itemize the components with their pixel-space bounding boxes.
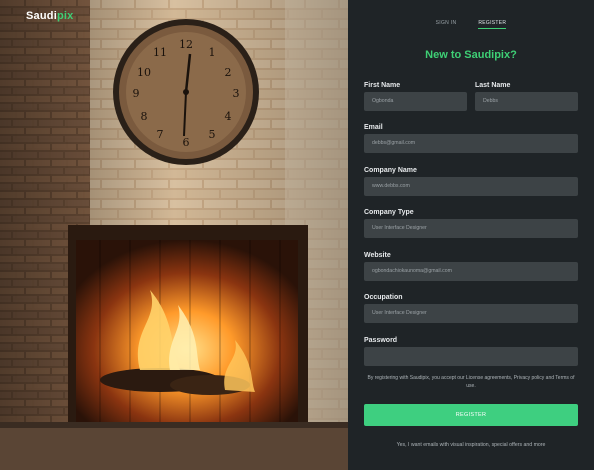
website-field[interactable]: ogbondachiokaunoma@gmail.com bbox=[364, 262, 578, 281]
svg-text:3: 3 bbox=[233, 87, 240, 100]
first-name-field[interactable]: Ogbonda bbox=[364, 92, 467, 111]
password-label: Password bbox=[364, 337, 398, 344]
svg-text:12: 12 bbox=[179, 38, 193, 51]
svg-text:8: 8 bbox=[141, 110, 148, 123]
svg-text:7: 7 bbox=[157, 128, 164, 141]
terms-text: By registering with Saudipix, you accept… bbox=[367, 375, 575, 389]
svg-text:2: 2 bbox=[225, 66, 232, 79]
brand-name-accent: pix bbox=[56, 10, 74, 22]
password-field[interactable] bbox=[364, 347, 578, 366]
svg-text:1: 1 bbox=[209, 46, 216, 59]
tab-sign-in[interactable]: SIGN IN bbox=[436, 20, 457, 29]
company-name-field[interactable]: www.debbs.com bbox=[364, 177, 578, 196]
page-title: New to Saudipix? bbox=[425, 49, 517, 61]
svg-text:4: 4 bbox=[225, 110, 232, 123]
last-name-label: Last Name bbox=[475, 82, 511, 89]
fireplace-photo: 12 1 2 3 4 5 6 7 8 9 10 11 Saudipix bbox=[0, 0, 348, 470]
auth-tabs: SIGN IN REGISTER bbox=[348, 20, 594, 29]
brand-name-main: Saudi bbox=[26, 10, 57, 22]
svg-text:10: 10 bbox=[137, 66, 151, 79]
company-type-field[interactable]: User Interface Designer bbox=[364, 219, 578, 238]
svg-text:5: 5 bbox=[209, 128, 216, 141]
company-type-label: Company Type bbox=[364, 209, 414, 216]
email-label: Email bbox=[364, 124, 383, 131]
register-panel: SIGN IN REGISTER New to Saudipix? First … bbox=[348, 0, 594, 470]
svg-text:6: 6 bbox=[183, 136, 190, 149]
brand-logo[interactable]: Saudipix bbox=[26, 10, 73, 22]
email-field[interactable]: debbs@gmail.com bbox=[364, 134, 578, 153]
first-name-label: First Name bbox=[364, 82, 401, 89]
wall-clock: 12 1 2 3 4 5 6 7 8 9 10 11 bbox=[113, 19, 259, 165]
register-button[interactable]: REGISTER bbox=[364, 404, 578, 426]
occupation-field[interactable]: User Interface Designer bbox=[364, 304, 578, 323]
occupation-label: Occupation bbox=[364, 294, 403, 301]
fireplace-illustration: 12 1 2 3 4 5 6 7 8 9 10 11 bbox=[0, 0, 348, 470]
svg-text:9: 9 bbox=[133, 87, 140, 100]
website-label: Website bbox=[364, 252, 391, 259]
last-name-field[interactable]: Debbs bbox=[475, 92, 578, 111]
register-page: 12 1 2 3 4 5 6 7 8 9 10 11 Saudipix SIGN… bbox=[0, 0, 594, 470]
svg-text:11: 11 bbox=[153, 46, 167, 59]
tab-register[interactable]: REGISTER bbox=[478, 20, 507, 29]
company-name-label: Company Name bbox=[364, 167, 417, 174]
email-optin-text[interactable]: Yes, I want emails with visual inspirati… bbox=[348, 442, 594, 448]
